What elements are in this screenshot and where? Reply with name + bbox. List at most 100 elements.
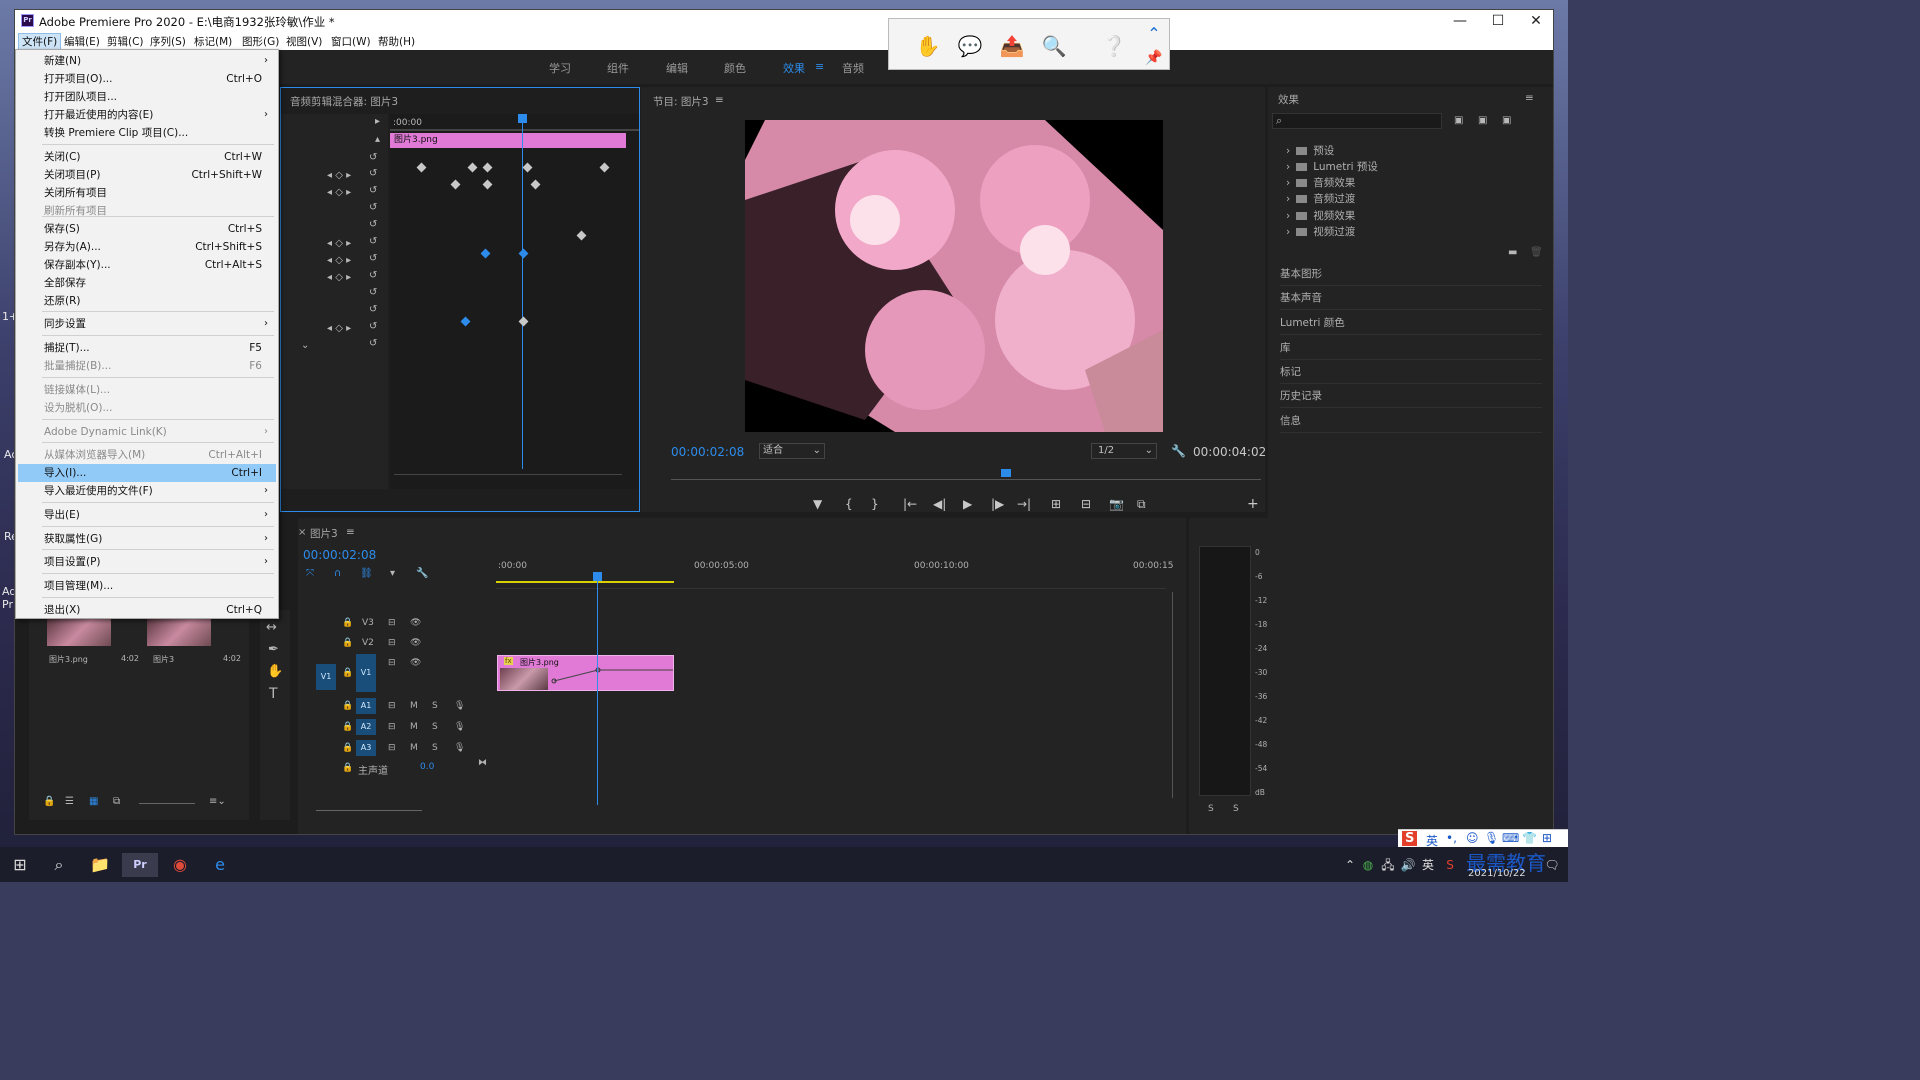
mute-button[interactable]: M xyxy=(410,722,418,732)
wrench-icon[interactable]: 🔧 xyxy=(1171,444,1186,458)
keyframe-area[interactable]: :00:00 图片3.png xyxy=(390,114,639,489)
list-view-icon[interactable]: ☰ xyxy=(65,796,74,807)
step-forward-button[interactable]: |▶ xyxy=(991,497,1004,511)
reset-icon[interactable]: ↺ xyxy=(369,236,377,247)
timeline-tab[interactable]: 图片3 xyxy=(310,526,338,541)
reset-icon[interactable]: ↺ xyxy=(369,202,377,213)
keyframe[interactable] xyxy=(450,179,461,190)
track-label-v2[interactable]: V2 xyxy=(362,638,374,648)
lock-icon[interactable]: 🔒 xyxy=(342,743,353,753)
timeline-current-time[interactable]: 00:00:02:08 xyxy=(303,548,376,562)
workspace-menu-icon[interactable]: ≡ xyxy=(815,60,824,73)
menu-view[interactable]: 视图(V) xyxy=(283,34,325,49)
solo-button[interactable]: S xyxy=(432,743,438,753)
nest-icon[interactable]: ⤧ xyxy=(306,568,314,579)
reset-icon[interactable]: ↺ xyxy=(369,253,377,264)
keyframe-nav-icon[interactable]: ◂ ◇ ▸ xyxy=(327,323,351,334)
file-menu-import-from-media-browser[interactable]: 从媒体浏览器导入(M) Ctrl+Alt+I xyxy=(18,446,276,464)
workspace-assembly[interactable]: 组件 xyxy=(607,60,629,76)
clip-bar[interactable]: 图片3.png xyxy=(390,133,626,148)
keyframe[interactable] xyxy=(522,162,533,173)
effects-search-input[interactable]: ⌕ xyxy=(1272,113,1442,129)
fit-dropdown[interactable]: 适合 ⌄ xyxy=(759,443,825,459)
collapse-icon[interactable]: ▴ xyxy=(375,134,380,145)
close-button[interactable]: ✕ xyxy=(1517,10,1555,32)
keyframe-nav-icon[interactable]: ◂ ◇ ▸ xyxy=(327,272,351,283)
file-menu-save-as[interactable]: 另存为(A)... Ctrl+Shift+S xyxy=(18,238,276,256)
keyframe-selected[interactable] xyxy=(460,316,471,327)
effects-folder-presets[interactable]: › 预设 xyxy=(1286,143,1334,158)
solo-button[interactable]: S xyxy=(432,701,438,711)
panel-libraries[interactable]: 库 xyxy=(1280,336,1542,360)
project-item-thumbnail[interactable] xyxy=(147,618,211,646)
track-label-a3[interactable]: A3 xyxy=(356,740,376,756)
reset-icon[interactable]: ↺ xyxy=(369,219,377,230)
file-menu-open-team-project[interactable]: 打开团队项目... xyxy=(18,88,276,106)
workspace-learn[interactable]: 学习 xyxy=(549,60,571,76)
project-item-thumbnail[interactable] xyxy=(47,618,111,646)
mark-out-button[interactable]: } xyxy=(871,497,879,511)
file-menu-project-manager[interactable]: 项目管理(M)... xyxy=(18,577,276,595)
ime-keyboard-icon[interactable]: ⌨ xyxy=(1502,831,1519,845)
workspace-effects[interactable]: 效果 xyxy=(783,60,805,76)
keyframe-nav-icon[interactable]: ◂ ◇ ▸ xyxy=(327,187,351,198)
file-menu-capture[interactable]: 捕捉(T)... F5 xyxy=(18,339,276,357)
ime-tools-icon[interactable]: ⊞ xyxy=(1542,831,1552,845)
sync-lock-icon[interactable]: ⊟ xyxy=(388,701,396,711)
go-to-out-button[interactable]: →| xyxy=(1017,497,1031,511)
effects-folder-lumetri-presets[interactable]: › Lumetri 预设 xyxy=(1286,159,1378,174)
ime-mic-icon[interactable]: 🎙 xyxy=(1484,831,1499,845)
master-collapse-icon[interactable]: ⧓ xyxy=(478,758,487,768)
sync-lock-icon[interactable]: ⊟ xyxy=(388,743,396,753)
type-tool-icon[interactable]: T xyxy=(269,686,278,702)
panel-menu-icon[interactable]: ≡ xyxy=(715,94,724,106)
lock-icon[interactable]: 🔒 xyxy=(342,722,353,732)
keyframe-nav-icon[interactable]: ◂ ◇ ▸ xyxy=(327,238,351,249)
export-frame-button[interactable]: 📷 xyxy=(1109,497,1124,511)
go-to-in-button[interactable]: |← xyxy=(903,497,917,511)
maximize-button[interactable]: ☐ xyxy=(1479,10,1517,32)
comment-icon[interactable]: 💬 xyxy=(955,31,985,61)
file-menu-dynamic-link[interactable]: Adobe Dynamic Link(K) › xyxy=(18,423,276,441)
reset-icon[interactable]: ↺ xyxy=(369,168,377,179)
track-label-v3[interactable]: V3 xyxy=(362,618,374,628)
pen-tool-icon[interactable]: ✒ xyxy=(268,642,279,657)
file-menu-close-all-projects[interactable]: 关闭所有项目 xyxy=(18,184,276,202)
file-menu-save-all[interactable]: 全部保存 xyxy=(18,274,276,292)
menu-sequence[interactable]: 序列(S) xyxy=(147,34,189,49)
sort-icon[interactable]: ≡⌄ xyxy=(209,796,226,807)
keyframe[interactable] xyxy=(599,162,610,173)
file-menu-revert[interactable]: 还原(R) xyxy=(18,292,276,310)
sync-lock-icon[interactable]: ⊟ xyxy=(388,722,396,732)
edge-icon[interactable]: e xyxy=(208,853,232,877)
timeline-playhead-handle[interactable] xyxy=(593,572,602,581)
eye-icon[interactable]: 👁 xyxy=(410,618,421,628)
menu-marker[interactable]: 标记(M) xyxy=(191,34,235,49)
panel-menu-icon[interactable]: ≡ xyxy=(346,526,355,538)
mic-icon[interactable]: 🎙 xyxy=(454,701,465,711)
keyframe[interactable] xyxy=(518,316,529,327)
reset-icon[interactable]: ↺ xyxy=(369,152,377,163)
panel-essential-graphics[interactable]: 基本图形 xyxy=(1280,262,1542,286)
keyframe-selected[interactable] xyxy=(480,248,491,259)
hand-tool-icon[interactable]: ✋ xyxy=(267,664,283,679)
tray-sogou-icon[interactable]: S xyxy=(1438,853,1462,877)
comparison-view-button[interactable]: ⧉ xyxy=(1137,497,1146,512)
solo-left-button[interactable]: S xyxy=(1208,804,1214,814)
expand-icon[interactable]: ▸ xyxy=(375,116,380,127)
keyframe[interactable] xyxy=(482,162,493,173)
video-frame[interactable] xyxy=(745,120,1163,432)
extract-button[interactable]: ⊟ xyxy=(1081,497,1091,511)
reset-icon[interactable]: ↺ xyxy=(369,270,377,281)
playhead-handle[interactable] xyxy=(518,114,527,123)
reset-icon[interactable]: ↺ xyxy=(369,338,377,349)
keyframe[interactable] xyxy=(467,162,478,173)
file-menu-get-properties[interactable]: 获取属性(G) › xyxy=(18,530,276,548)
panel-essential-sound[interactable]: 基本声音 xyxy=(1280,286,1542,310)
add-marker-button[interactable]: ▼ xyxy=(813,497,822,511)
mic-icon[interactable]: 🎙 xyxy=(454,722,465,732)
mute-button[interactable]: M xyxy=(410,743,418,753)
ime-emoji-icon[interactable]: ☺ xyxy=(1466,831,1479,845)
track-label-v1[interactable]: V1 xyxy=(356,654,376,692)
file-menu-open-project[interactable]: 打开项目(O)... Ctrl+O xyxy=(18,70,276,88)
